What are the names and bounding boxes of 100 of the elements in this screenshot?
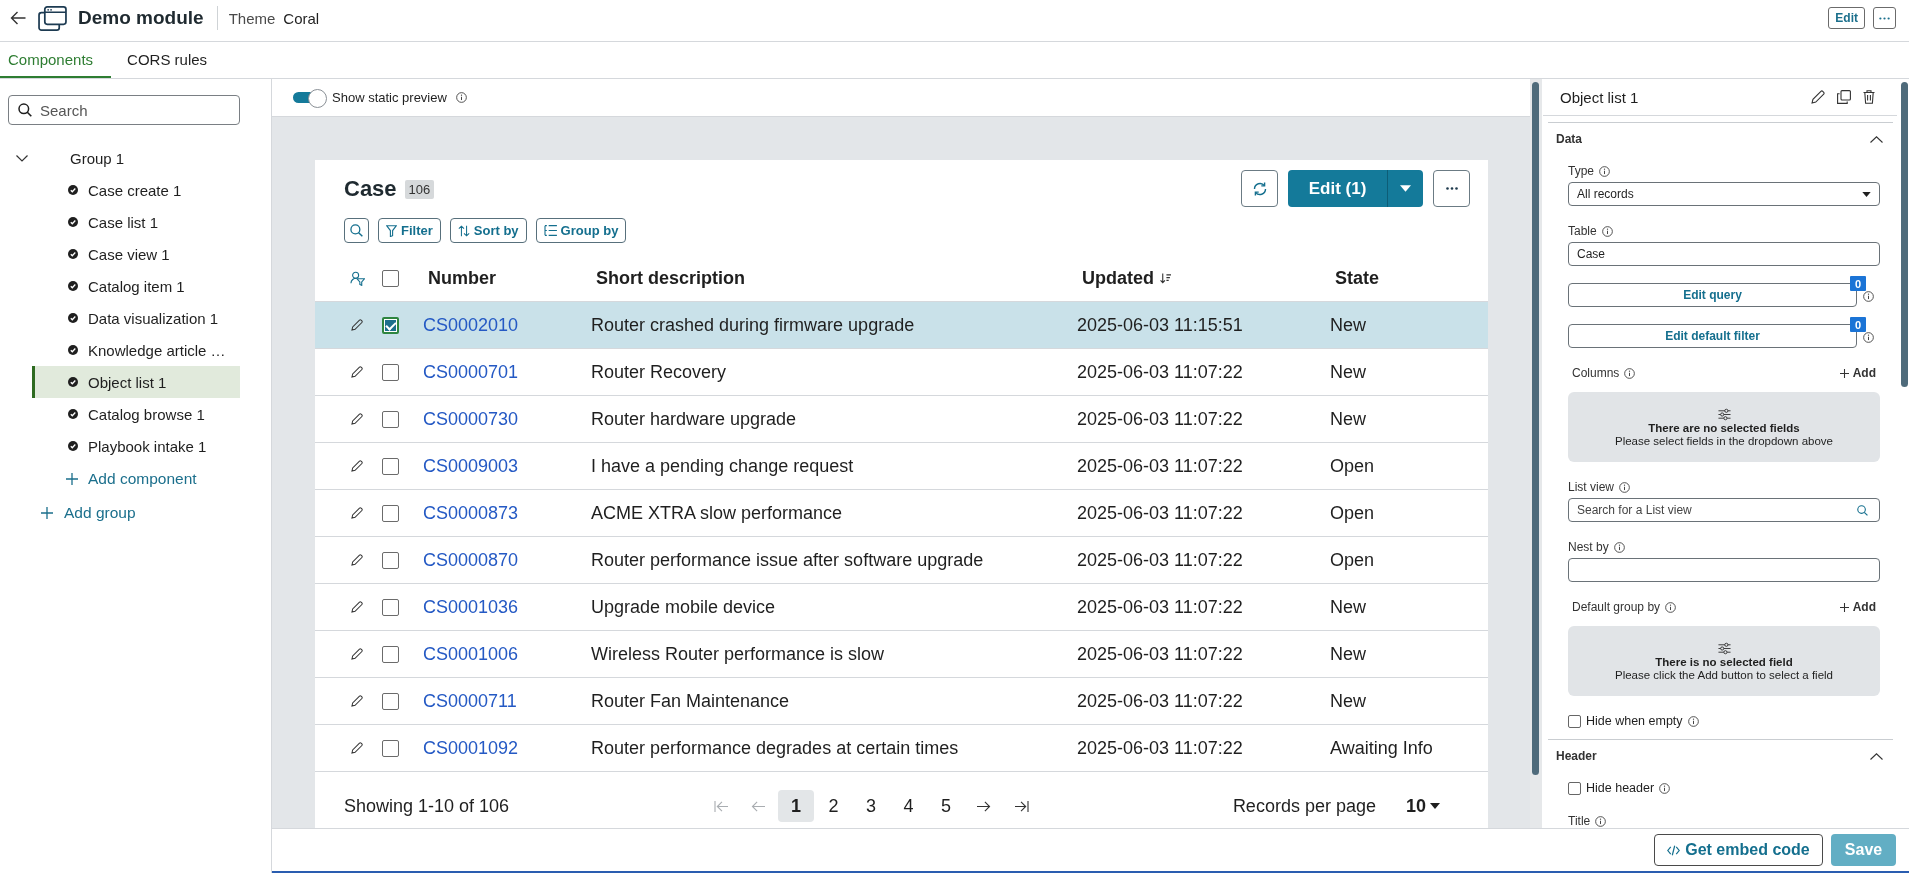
- tree-item[interactable]: Object list 1: [32, 366, 240, 398]
- section-header[interactable]: Data: [1548, 123, 1893, 155]
- table-row[interactable]: CS0000873 ACME XTRA slow performance 2025-06-03 11:07:22 Open: [315, 490, 1488, 537]
- pencil-icon[interactable]: [351, 648, 363, 660]
- tree-item[interactable]: Catalog browse 1: [32, 398, 240, 430]
- record-link[interactable]: CS0000870: [423, 549, 519, 570]
- edit-button[interactable]: Edit: [1828, 7, 1865, 29]
- record-link[interactable]: CS0001036: [423, 596, 519, 617]
- scrollbar-thumb[interactable]: [1901, 82, 1908, 387]
- pencil-icon[interactable]: [351, 460, 363, 472]
- add-group-link[interactable]: Add group: [41, 496, 136, 530]
- pencil-icon[interactable]: [351, 319, 363, 331]
- record-link[interactable]: CS0009003: [423, 455, 519, 476]
- column-header[interactable]: State: [1335, 268, 1379, 289]
- info-icon[interactable]: [1595, 815, 1607, 827]
- pencil-icon[interactable]: [351, 554, 363, 566]
- checkbox[interactable]: [1568, 714, 1581, 728]
- column-header[interactable]: Short description: [596, 268, 745, 289]
- column-header[interactable]: Updated: [1082, 268, 1171, 289]
- info-icon[interactable]: [1659, 782, 1671, 794]
- section-header[interactable]: Header: [1548, 740, 1893, 772]
- tree-item[interactable]: Catalog item 1: [32, 270, 240, 302]
- tab[interactable]: Components: [0, 42, 112, 78]
- tree-item[interactable]: Case create 1: [32, 174, 240, 206]
- pencil-icon[interactable]: [351, 601, 363, 613]
- tree-item[interactable]: Case list 1: [32, 206, 240, 238]
- info-icon[interactable]: [1665, 601, 1677, 613]
- text-field[interactable]: [1568, 558, 1880, 582]
- page-button[interactable]: 1: [778, 790, 814, 822]
- toggle-switch[interactable]: [293, 89, 325, 106]
- row-checkbox[interactable]: [381, 692, 399, 710]
- pencil-icon[interactable]: [351, 366, 363, 378]
- table-row[interactable]: CS0000870 Router performance issue after software upgrade 2025-06-03 11:07:22 Open: [315, 537, 1488, 584]
- table-row[interactable]: CS0000730 Router hardware upgrade 2025-06-03 11:07:22 New: [315, 396, 1488, 443]
- row-checkbox[interactable]: [381, 316, 399, 334]
- refresh-button[interactable]: [1241, 170, 1278, 207]
- record-link[interactable]: CS0000711: [423, 690, 517, 711]
- scrollbar-thumb[interactable]: [1532, 82, 1539, 775]
- person-funnel-icon[interactable]: [349, 271, 365, 286]
- page-button[interactable]: 3: [853, 790, 889, 822]
- info-icon[interactable]: [1601, 225, 1613, 237]
- dropdown-button[interactable]: [1387, 170, 1423, 207]
- info-icon[interactable]: [1863, 291, 1874, 302]
- info-icon[interactable]: [455, 92, 467, 103]
- more-button[interactable]: [1433, 170, 1470, 207]
- row-checkbox[interactable]: [381, 739, 399, 757]
- filter-button[interactable]: Filter: [378, 218, 441, 243]
- search-button[interactable]: [344, 218, 369, 243]
- row-checkbox[interactable]: [381, 598, 399, 616]
- copy-icon[interactable]: [1837, 90, 1851, 104]
- record-link[interactable]: CS0002010: [423, 314, 519, 335]
- record-link[interactable]: CS0000701: [423, 361, 519, 382]
- dropdown-field[interactable]: All records: [1568, 182, 1880, 206]
- column-header[interactable]: Number: [428, 268, 496, 289]
- embed-code-button[interactable]: Get embed code: [1654, 834, 1823, 866]
- tree-group[interactable]: Group 1: [8, 142, 240, 174]
- pencil-icon[interactable]: [351, 742, 363, 754]
- table-row[interactable]: CS0002010 Router crashed during firmware upgrade 2025-06-03 11:15:51 New: [315, 302, 1488, 349]
- text-field[interactable]: Case: [1568, 242, 1880, 266]
- sort-button[interactable]: Sort by: [449, 218, 527, 243]
- row-checkbox[interactable]: [381, 645, 399, 663]
- add-component-link[interactable]: Add component: [66, 462, 197, 496]
- more-button[interactable]: [1873, 7, 1896, 29]
- table-row[interactable]: CS0009003 I have a pending change request 2025-06-03 11:07:22 Open: [315, 443, 1488, 490]
- info-icon[interactable]: [1619, 481, 1630, 493]
- tree-item[interactable]: Playbook intake 1: [32, 430, 240, 462]
- record-link[interactable]: CS0001006: [423, 643, 519, 664]
- page-button[interactable]: 2: [815, 790, 852, 822]
- select-all-checkbox[interactable]: [381, 270, 399, 287]
- info-icon[interactable]: [1863, 332, 1874, 343]
- tab[interactable]: CORS rules: [111, 42, 224, 78]
- table-row[interactable]: CS0001006 Wireless Router performance is slow 2025-06-03 11:07:22 New: [315, 631, 1488, 678]
- page-button[interactable]: 4: [890, 790, 927, 822]
- group-button[interactable]: Group by: [535, 218, 627, 243]
- info-icon[interactable]: [1613, 541, 1625, 553]
- search-field[interactable]: Search: [8, 95, 240, 125]
- edit-button[interactable]: Edit (1): [1288, 170, 1387, 207]
- info-icon[interactable]: [1687, 715, 1699, 727]
- pencil-icon[interactable]: [351, 695, 363, 707]
- pencil-icon[interactable]: [351, 413, 363, 425]
- table-row[interactable]: CS0001036 Upgrade mobile device 2025-06-03 11:07:22 New: [315, 584, 1488, 631]
- tree-item[interactable]: Case view 1: [32, 238, 240, 270]
- record-link[interactable]: CS0001092: [423, 737, 519, 758]
- pencil-icon[interactable]: [351, 507, 363, 519]
- tree-item[interactable]: Knowledge article …: [32, 334, 240, 366]
- back-arrow-icon[interactable]: [10, 11, 26, 25]
- tree-item[interactable]: Data visualization 1: [32, 302, 240, 334]
- row-checkbox[interactable]: [381, 410, 399, 428]
- record-link[interactable]: CS0000730: [423, 408, 519, 429]
- add-button[interactable]: Add: [1839, 366, 1880, 380]
- record-link[interactable]: CS0000873: [423, 502, 519, 523]
- row-checkbox[interactable]: [381, 457, 399, 475]
- per-page-dropdown[interactable]: 10: [1405, 795, 1440, 817]
- table-row[interactable]: CS0000701 Router Recovery 2025-06-03 11:07:22 New: [315, 349, 1488, 396]
- trash-icon[interactable]: [1863, 90, 1875, 104]
- table-row[interactable]: CS0001092 Router performance degrades at certain times 2025-06-03 11:07:22 Awaiting Info: [315, 725, 1488, 772]
- pencil-icon[interactable]: [1811, 90, 1825, 104]
- search-field[interactable]: Search for a List view: [1568, 498, 1880, 522]
- info-icon[interactable]: [1624, 367, 1636, 379]
- checkbox[interactable]: [1568, 781, 1581, 795]
